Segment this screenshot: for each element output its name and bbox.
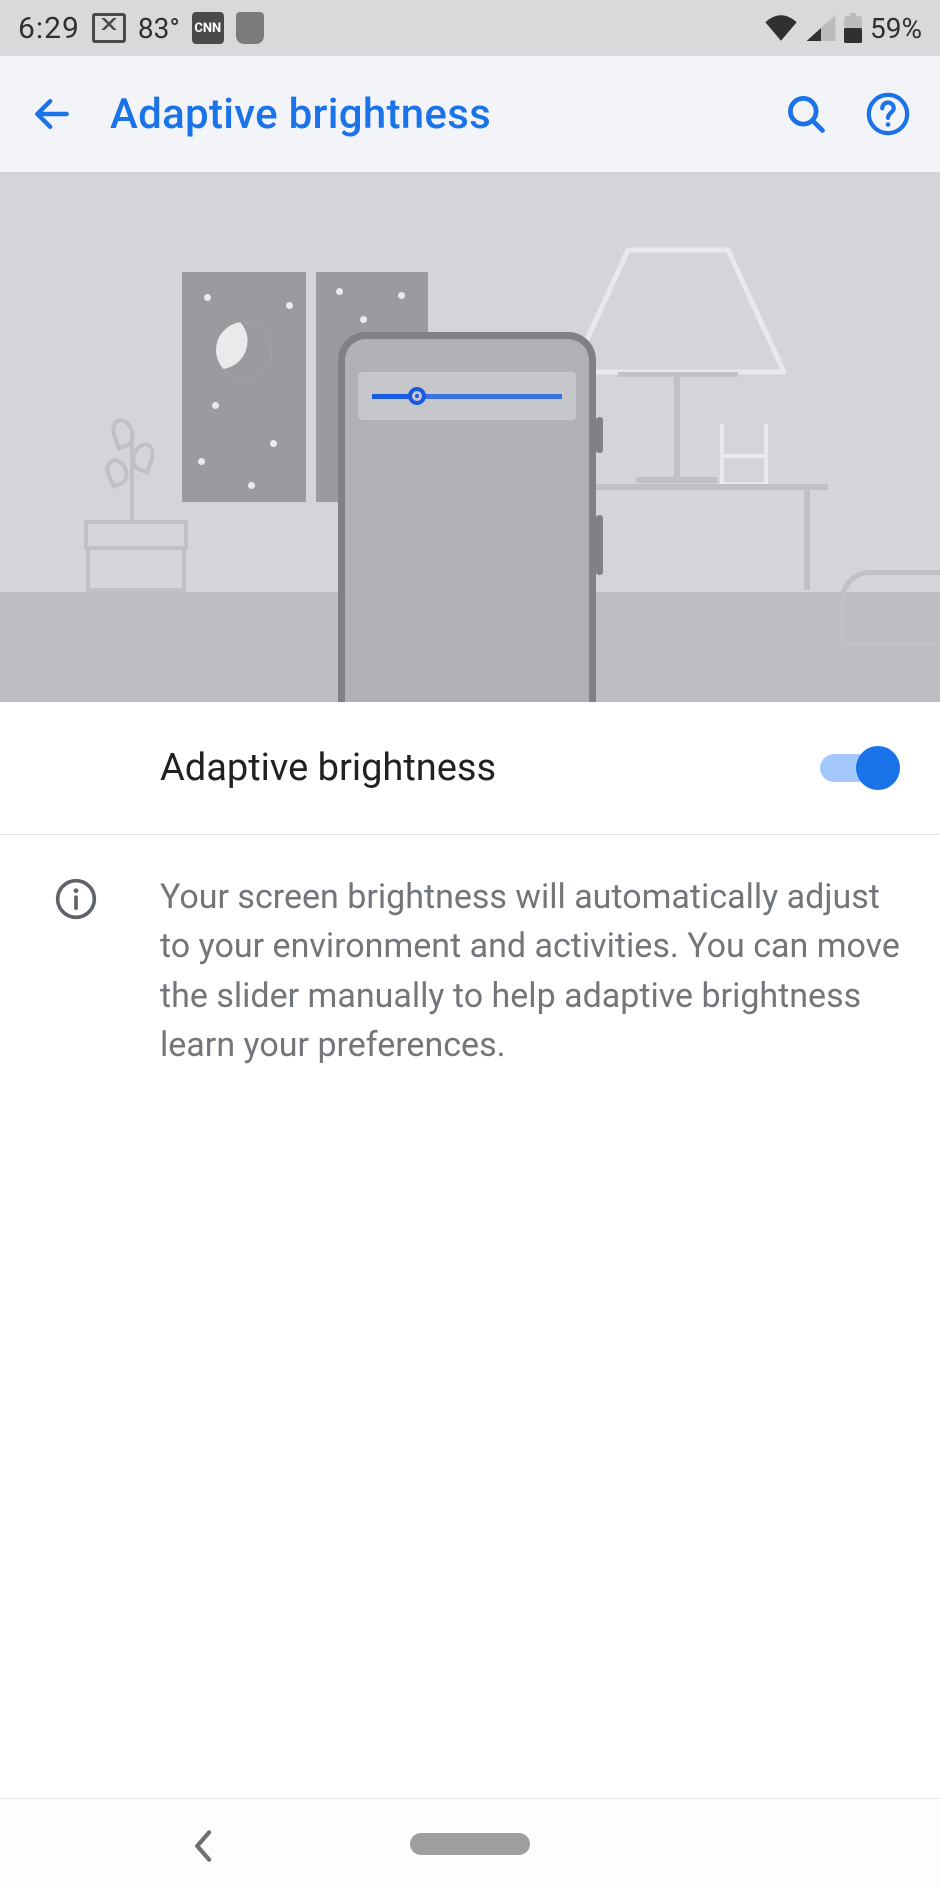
lamp-shade-icon bbox=[566, 246, 790, 380]
info-row: Your screen brightness will automaticall… bbox=[0, 835, 940, 1070]
brightness-slider-illustration bbox=[358, 372, 576, 420]
search-icon bbox=[784, 92, 828, 136]
status-time: 6:29 bbox=[18, 11, 80, 46]
status-right: 59% bbox=[764, 12, 922, 45]
status-bar: 6:29 83° CNN 59% bbox=[0, 0, 940, 56]
adaptive-brightness-row[interactable]: Adaptive brightness bbox=[0, 702, 940, 835]
status-temperature: 83° bbox=[138, 12, 180, 45]
battery-icon bbox=[844, 13, 862, 43]
help-button[interactable] bbox=[864, 90, 912, 138]
app-bar: Adaptive brightness bbox=[0, 56, 940, 172]
nav-back-button[interactable] bbox=[190, 1829, 218, 1867]
nav-home-pill[interactable] bbox=[410, 1833, 530, 1855]
cell-signal-icon bbox=[806, 15, 836, 41]
nfl-icon bbox=[236, 12, 264, 44]
info-description: Your screen brightness will automaticall… bbox=[160, 873, 900, 1070]
navigation-bar bbox=[0, 1798, 940, 1888]
help-icon bbox=[865, 91, 911, 137]
adaptive-brightness-toggle[interactable] bbox=[820, 746, 900, 790]
wifi-icon bbox=[764, 15, 798, 41]
search-button[interactable] bbox=[782, 90, 830, 138]
cnn-icon: CNN bbox=[192, 12, 224, 44]
arrow-back-icon bbox=[30, 92, 74, 136]
chevron-left-icon bbox=[190, 1829, 218, 1863]
page-title: Adaptive brightness bbox=[110, 90, 748, 139]
status-left: 6:29 83° CNN bbox=[18, 11, 264, 46]
adaptive-brightness-label: Adaptive brightness bbox=[160, 746, 820, 790]
gmail-icon bbox=[92, 13, 126, 43]
status-battery-percent: 59% bbox=[870, 12, 922, 45]
back-button[interactable] bbox=[28, 90, 76, 138]
illustration-banner bbox=[0, 172, 940, 702]
info-icon bbox=[54, 877, 98, 921]
